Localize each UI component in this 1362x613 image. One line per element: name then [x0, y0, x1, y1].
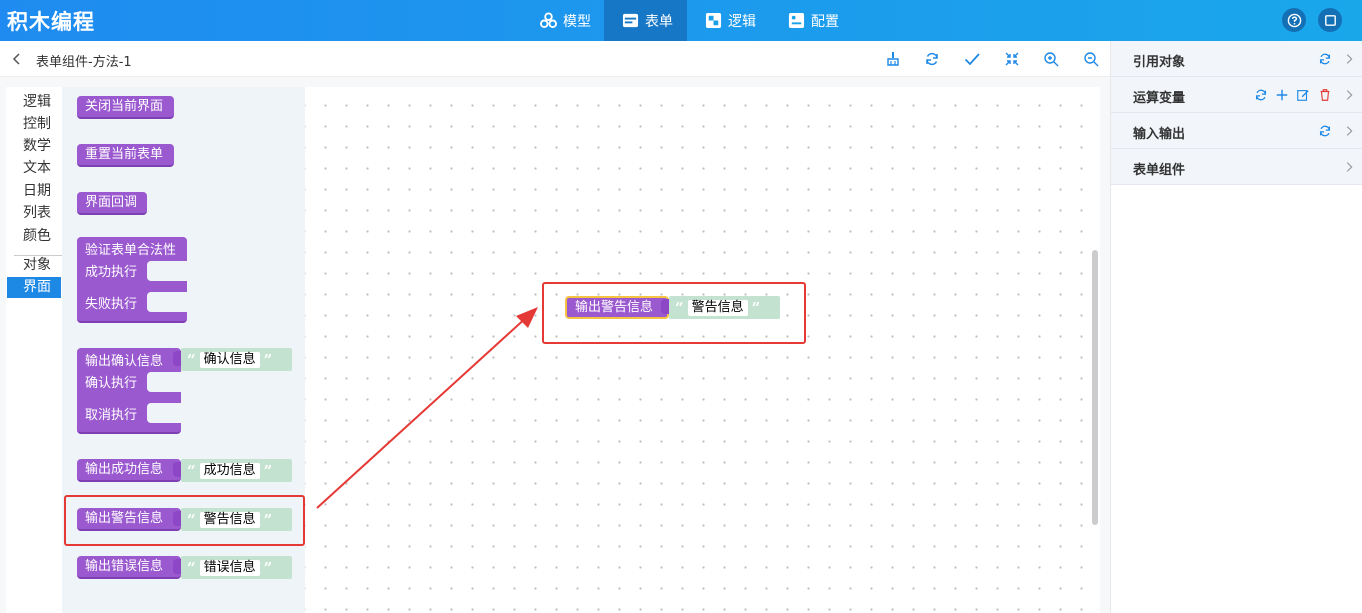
string-value[interactable]: 确认信息 — [199, 351, 260, 368]
back-arrow-icon[interactable] — [10, 51, 24, 67]
refresh-icon[interactable] — [1317, 51, 1333, 67]
zoom-out-button[interactable] — [1082, 50, 1100, 68]
add-icon[interactable] — [1274, 87, 1290, 103]
workspace-canvas[interactable] — [305, 87, 1100, 613]
category-date[interactable]: 日期 — [7, 181, 61, 202]
tab-model[interactable]: 模型 — [540, 0, 591, 41]
panel-row-label: 输入输出 — [1133, 127, 1186, 142]
panel-row-label: 表单组件 — [1133, 163, 1186, 178]
block-slot — [147, 403, 181, 423]
tab-form-label: 表单 — [645, 13, 673, 30]
quote-close-icon: ” — [263, 461, 273, 480]
block-error-message[interactable]: 输出错误信息 — [77, 556, 181, 579]
block-success-message[interactable]: 输出成功信息 — [77, 459, 181, 482]
block-on-success-label: 成功执行 — [85, 265, 138, 280]
block-ui-callback[interactable]: 界面回调 — [77, 192, 147, 215]
block-reset-form[interactable]: 重置当前表单 — [77, 144, 174, 167]
block-slot — [147, 292, 187, 312]
breadcrumb: 表单组件-方法-1 — [36, 55, 132, 70]
block-slot — [147, 372, 181, 392]
string-block-success[interactable]: “ 成功信息 ” — [181, 459, 292, 482]
chevron-right-icon[interactable] — [1341, 51, 1357, 67]
tab-config[interactable]: 配置 — [788, 0, 839, 41]
edit-icon[interactable] — [1295, 87, 1311, 103]
quote-close-icon: ” — [263, 558, 273, 577]
block-close-screen[interactable]: 关闭当前界面 — [77, 96, 174, 119]
right-panel: 引用对象 运算变量 输入输出 表单组件 — [1110, 41, 1362, 613]
tab-form[interactable]: 表单 — [604, 0, 687, 41]
help-button[interactable] — [1282, 8, 1306, 32]
refresh-icon[interactable] — [1317, 123, 1333, 139]
fullscreen-button[interactable] — [1318, 8, 1342, 32]
string-block-confirm[interactable]: “ 确认信息 ” — [181, 348, 292, 371]
block-confirm-label: 输出确认信息 — [85, 354, 164, 369]
category-ui[interactable]: 界面 — [7, 277, 61, 298]
category-text[interactable]: 文本 — [7, 158, 61, 179]
tab-logic-label: 逻辑 — [728, 13, 756, 30]
chevron-right-icon[interactable] — [1341, 159, 1357, 175]
string-block-error[interactable]: “ 错误信息 ” — [181, 556, 292, 579]
block-on-cancel-label: 取消执行 — [85, 408, 138, 423]
refresh-icon[interactable] — [1253, 87, 1269, 103]
workspace-scrollbar[interactable] — [1092, 250, 1098, 525]
block-on-confirm-label: 确认执行 — [85, 376, 138, 391]
zoom-out-icon — [1084, 52, 1099, 67]
tab-config-label: 配置 — [811, 13, 839, 30]
quote-open-icon: “ — [187, 350, 196, 369]
shrink-icon — [1005, 52, 1019, 66]
category-logic[interactable]: 逻辑 — [7, 92, 61, 113]
chevron-right-icon[interactable] — [1341, 87, 1357, 103]
panel-row-label: 引用对象 — [1133, 55, 1186, 70]
tab-logic[interactable]: 逻辑 — [705, 0, 756, 41]
block-on-fail-label: 失败执行 — [85, 297, 138, 312]
panel-row-label: 运算变量 — [1133, 91, 1186, 106]
help-icon — [1287, 13, 1301, 27]
broom-icon — [887, 52, 899, 66]
block-slot — [147, 261, 187, 281]
chevron-right-icon[interactable] — [1341, 123, 1357, 139]
config-icon — [788, 12, 805, 29]
quote-open-icon: “ — [187, 461, 196, 480]
category-list[interactable]: 列表 — [7, 203, 61, 224]
delete-icon[interactable] — [1317, 87, 1333, 103]
highlight-box-flyout — [64, 495, 305, 546]
panel-row-io[interactable]: 输入输出 — [1111, 113, 1362, 149]
block-validate-label: 验证表单合法性 — [85, 243, 177, 258]
toolbar: 表单组件-方法-1 — [0, 41, 1110, 77]
top-bar: 积木编程 模型 表单 逻辑 配置 — [0, 0, 1362, 41]
check-icon — [964, 53, 980, 66]
string-value[interactable]: 错误信息 — [199, 559, 260, 576]
category-list: 逻辑 控制 数学 文本 日期 列表 颜色 对象 界面 — [6, 87, 62, 613]
refresh-icon — [926, 52, 938, 66]
fullscreen-icon — [1324, 14, 1336, 26]
center-button[interactable] — [1003, 50, 1021, 68]
clean-button[interactable] — [884, 50, 902, 68]
tab-model-label: 模型 — [563, 13, 591, 30]
quote-open-icon: “ — [187, 558, 196, 577]
block-connector — [173, 559, 181, 574]
string-value[interactable]: 成功信息 — [199, 462, 260, 479]
zoom-in-button[interactable] — [1042, 50, 1060, 68]
block-connector — [173, 351, 181, 366]
panel-row-form-components[interactable]: 表单组件 — [1111, 149, 1362, 185]
quote-close-icon: ” — [263, 350, 273, 369]
model-icon — [540, 12, 557, 29]
refresh-button[interactable] — [923, 50, 941, 68]
category-math[interactable]: 数学 — [7, 136, 61, 157]
app-title: 积木编程 — [7, 10, 95, 34]
category-control[interactable]: 控制 — [7, 114, 61, 135]
zoom-in-icon — [1044, 52, 1059, 67]
category-object[interactable]: 对象 — [7, 255, 61, 276]
block-connector — [173, 462, 181, 477]
confirm-button[interactable] — [962, 50, 982, 68]
panel-row-variables[interactable]: 运算变量 — [1111, 77, 1362, 113]
panel-row-ref-objects[interactable]: 引用对象 — [1111, 41, 1362, 77]
form-icon — [622, 13, 639, 28]
category-color[interactable]: 颜色 — [7, 226, 61, 247]
logic-icon — [705, 12, 722, 29]
highlight-box-workspace — [542, 282, 806, 344]
